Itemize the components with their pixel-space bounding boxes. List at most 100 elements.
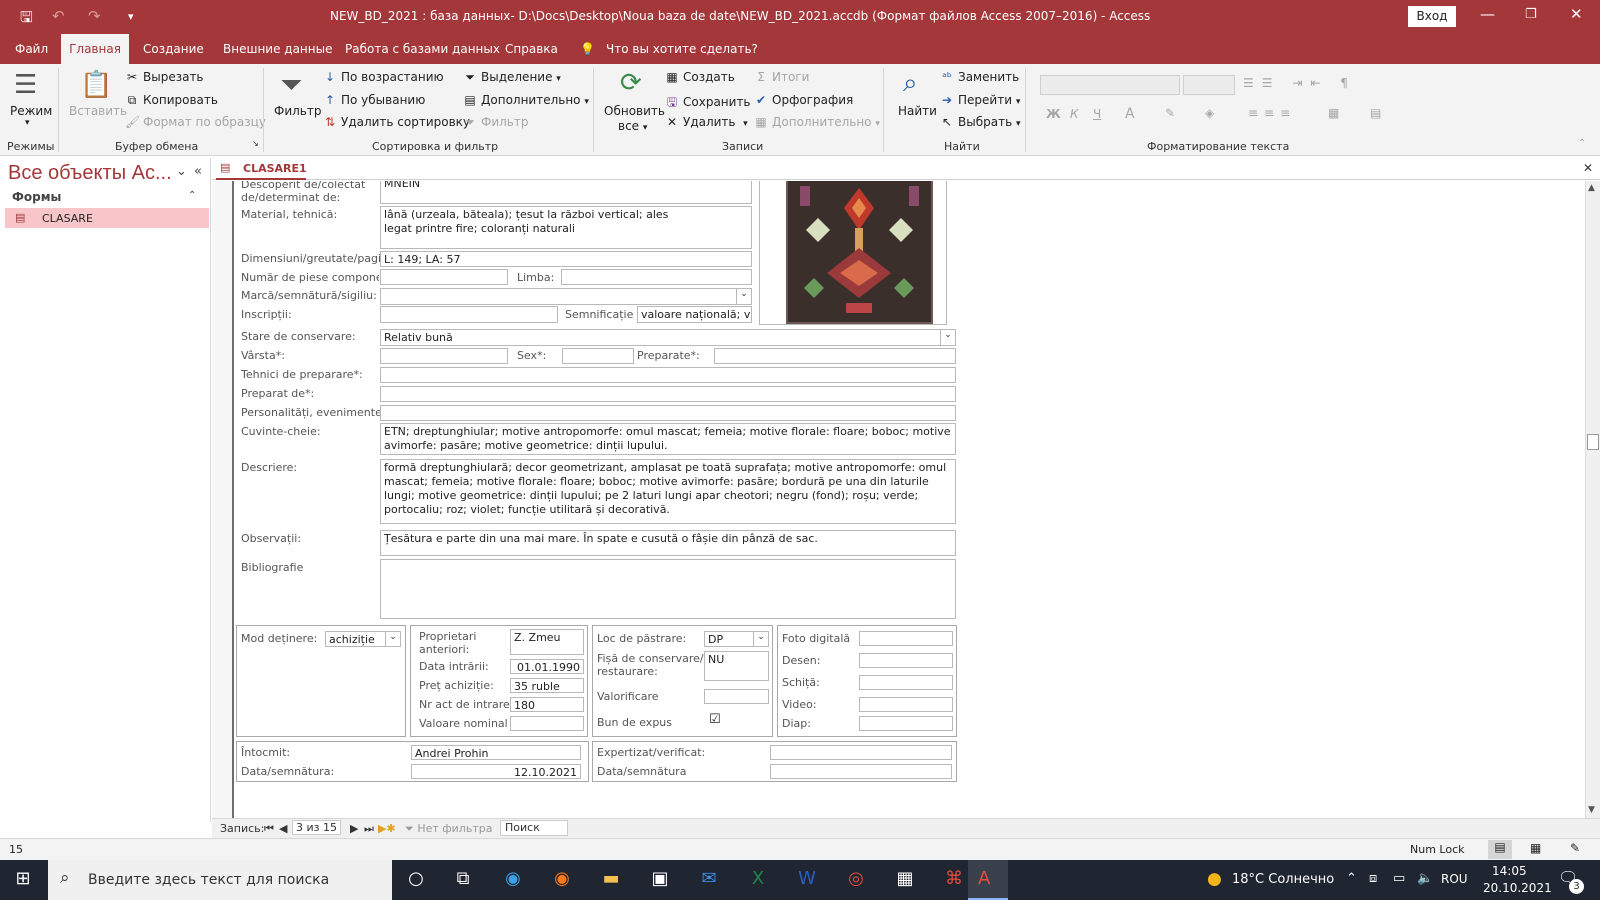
loc-pastrare-dropdown[interactable]: DP ⌄	[704, 631, 769, 647]
mail-icon[interactable]: ✉	[694, 868, 724, 889]
intocmit-field[interactable]: Andrei Prohin	[411, 745, 581, 760]
bibliografie-field[interactable]	[380, 559, 956, 619]
copy-button[interactable]: ⧉ Копировать	[125, 93, 218, 108]
cortana-icon[interactable]: ○	[401, 868, 431, 889]
personalitati-field[interactable]	[380, 405, 956, 421]
word-icon[interactable]: W	[792, 868, 822, 889]
replace-button[interactable]: ᵃᵇ Заменить	[940, 70, 1019, 84]
preparate-field[interactable]	[714, 348, 956, 364]
maximize-icon[interactable]: ❐	[1525, 7, 1537, 22]
chevron-down-icon[interactable]: ⌄	[736, 289, 751, 304]
object-photo-frame[interactable]	[759, 181, 947, 325]
lightbulb-icon[interactable]: 💡	[580, 42, 595, 56]
collapse-ribbon-icon[interactable]: ⌃	[1578, 138, 1586, 149]
scroll-up-icon[interactable]: ▲	[1588, 183, 1595, 193]
chevron-down-icon[interactable]: ⌄	[753, 632, 768, 646]
nr-act-field[interactable]: 180	[510, 697, 584, 712]
refresh-all-label-2[interactable]: все ▾	[618, 119, 647, 133]
valorificare-field[interactable]	[704, 689, 769, 704]
record-search-input[interactable]: Поиск	[500, 820, 568, 836]
excel-icon[interactable]: X	[743, 868, 773, 889]
file-explorer-icon[interactable]: ▬	[596, 868, 626, 889]
customize-qat-icon[interactable]: ▾	[128, 10, 134, 23]
task-view-icon[interactable]: ⧉	[448, 868, 478, 889]
desen-field[interactable]	[859, 653, 953, 668]
meet-now-icon[interactable]: ⧈	[1369, 871, 1377, 886]
tab-file[interactable]: Файл	[15, 42, 48, 56]
valoare-nominala-field[interactable]	[510, 716, 584, 731]
selection-button[interactable]: ⏷ Выделение ▾	[463, 70, 561, 85]
filter-button[interactable]: Фильтр	[274, 104, 321, 118]
undo-icon[interactable]: ↶	[52, 7, 65, 25]
scroll-thumb[interactable]	[1587, 434, 1599, 450]
chrome-icon[interactable]: ◎	[841, 868, 871, 889]
numar-piese-field[interactable]	[380, 269, 508, 285]
material-field[interactable]: lână (urzeala, băteala); țesut la război…	[380, 206, 752, 249]
taskbar-search-box[interactable]: ⌕ Введите здесь текст для поиска	[48, 860, 392, 900]
nav-group-forms[interactable]: Формы	[12, 190, 61, 204]
new-record-nav-icon[interactable]: ▶✱	[378, 822, 396, 835]
document-tab-clasare1[interactable]: ▤ CLASARE1	[216, 158, 307, 180]
chevron-down-icon[interactable]: ⌄	[940, 330, 955, 345]
expertizat-field[interactable]	[770, 745, 952, 760]
diap-field[interactable]	[859, 716, 953, 731]
tab-database-tools[interactable]: Работа с базами данных	[345, 42, 500, 56]
cut-button[interactable]: ✂ Вырезать	[125, 70, 204, 84]
layout-view-icon[interactable]: ▦	[1530, 841, 1541, 855]
current-record-field[interactable]: 3 из 15	[292, 820, 341, 835]
tab-home[interactable]: Главная	[61, 34, 129, 64]
mod-detinere-dropdown[interactable]: achiziție ⌄	[325, 631, 401, 647]
previous-record-icon[interactable]: ◀	[279, 822, 287, 835]
semnificatie-field[interactable]: valoare națională; va	[637, 306, 752, 323]
weather-sun-icon[interactable]: ●	[1207, 869, 1222, 889]
collapse-group-icon[interactable]: ⌃	[188, 190, 196, 201]
chevron-down-icon[interactable]: ⌄	[385, 632, 400, 646]
minimize-icon[interactable]: —	[1480, 5, 1495, 23]
preparat-de-field[interactable]	[380, 386, 956, 402]
save-record-button[interactable]: 🖫 Сохранить	[665, 93, 751, 114]
select-button[interactable]: ↖ Выбрать ▾	[940, 115, 1021, 129]
close-window-icon[interactable]: ✕	[1570, 5, 1583, 23]
cuvinte-cheie-field[interactable]: ETN; dreptunghiular; motive antropomorfe…	[380, 423, 956, 455]
data-semnatura-field[interactable]: 12.10.2021	[411, 764, 581, 779]
clock-time[interactable]: 14:05	[1492, 864, 1527, 878]
edge-icon[interactable]: ◉	[498, 868, 528, 889]
calculator-icon[interactable]: ▦	[890, 868, 920, 889]
scroll-down-icon[interactable]: ▼	[1588, 805, 1595, 815]
varsta-field[interactable]	[380, 348, 508, 364]
marca-dropdown[interactable]: ⌄	[380, 288, 752, 305]
sex-field[interactable]	[562, 348, 634, 364]
video-field[interactable]	[859, 697, 953, 712]
new-record-button[interactable]: ▦ Создать	[665, 70, 735, 84]
data-semnatura-2-field[interactable]	[770, 764, 952, 779]
volume-icon[interactable]: 🔈	[1417, 871, 1433, 886]
limba-field[interactable]	[561, 269, 752, 285]
view-mode-button[interactable]: Режим	[10, 104, 52, 118]
goto-button[interactable]: ➔ Перейти ▾	[940, 93, 1020, 107]
descriere-field[interactable]: formă dreptunghiulară; decor geometrizan…	[380, 459, 956, 524]
last-record-icon[interactable]: ⏭	[364, 822, 374, 836]
shutter-bar-close-icon[interactable]: «	[194, 164, 202, 179]
view-mode-icon[interactable]: ☰	[14, 70, 37, 100]
close-document-icon[interactable]: ✕	[1583, 161, 1593, 175]
refresh-all-icon[interactable]: ⟳	[620, 68, 642, 98]
next-record-icon[interactable]: ▶	[350, 822, 358, 835]
descoperit-field[interactable]: MNEIN	[380, 181, 752, 204]
find-button[interactable]: Найти	[898, 104, 937, 118]
pret-achizitie-field[interactable]: 35 ruble	[510, 678, 584, 693]
network-icon[interactable]: ▭	[1393, 871, 1405, 886]
remove-sort-button[interactable]: ⇅ Удалить сортировку	[323, 115, 470, 129]
tab-external-data[interactable]: Внешние данные	[223, 42, 332, 56]
delete-record-button[interactable]: ✕ Удалить ▾	[665, 115, 748, 129]
store-icon[interactable]: ▣	[645, 868, 675, 889]
refresh-all-button[interactable]: Обновить	[604, 104, 665, 118]
tab-help[interactable]: Справка	[505, 42, 558, 56]
record-selector-strip[interactable]	[212, 181, 234, 818]
no-filter-button[interactable]: ⏷ Нет фильтра	[405, 822, 492, 836]
advanced-filter-button[interactable]: ▤ Дополнительно ▾	[463, 93, 589, 107]
design-view-icon[interactable]: ✎	[1570, 841, 1580, 855]
filter-funnel-icon[interactable]: ⏷	[280, 68, 302, 102]
proprietari-field[interactable]: Z. Zmeu	[510, 629, 584, 655]
nav-pane-title[interactable]: Все объекты Ac...	[8, 162, 172, 185]
first-record-icon[interactable]: ⏮	[264, 822, 274, 836]
